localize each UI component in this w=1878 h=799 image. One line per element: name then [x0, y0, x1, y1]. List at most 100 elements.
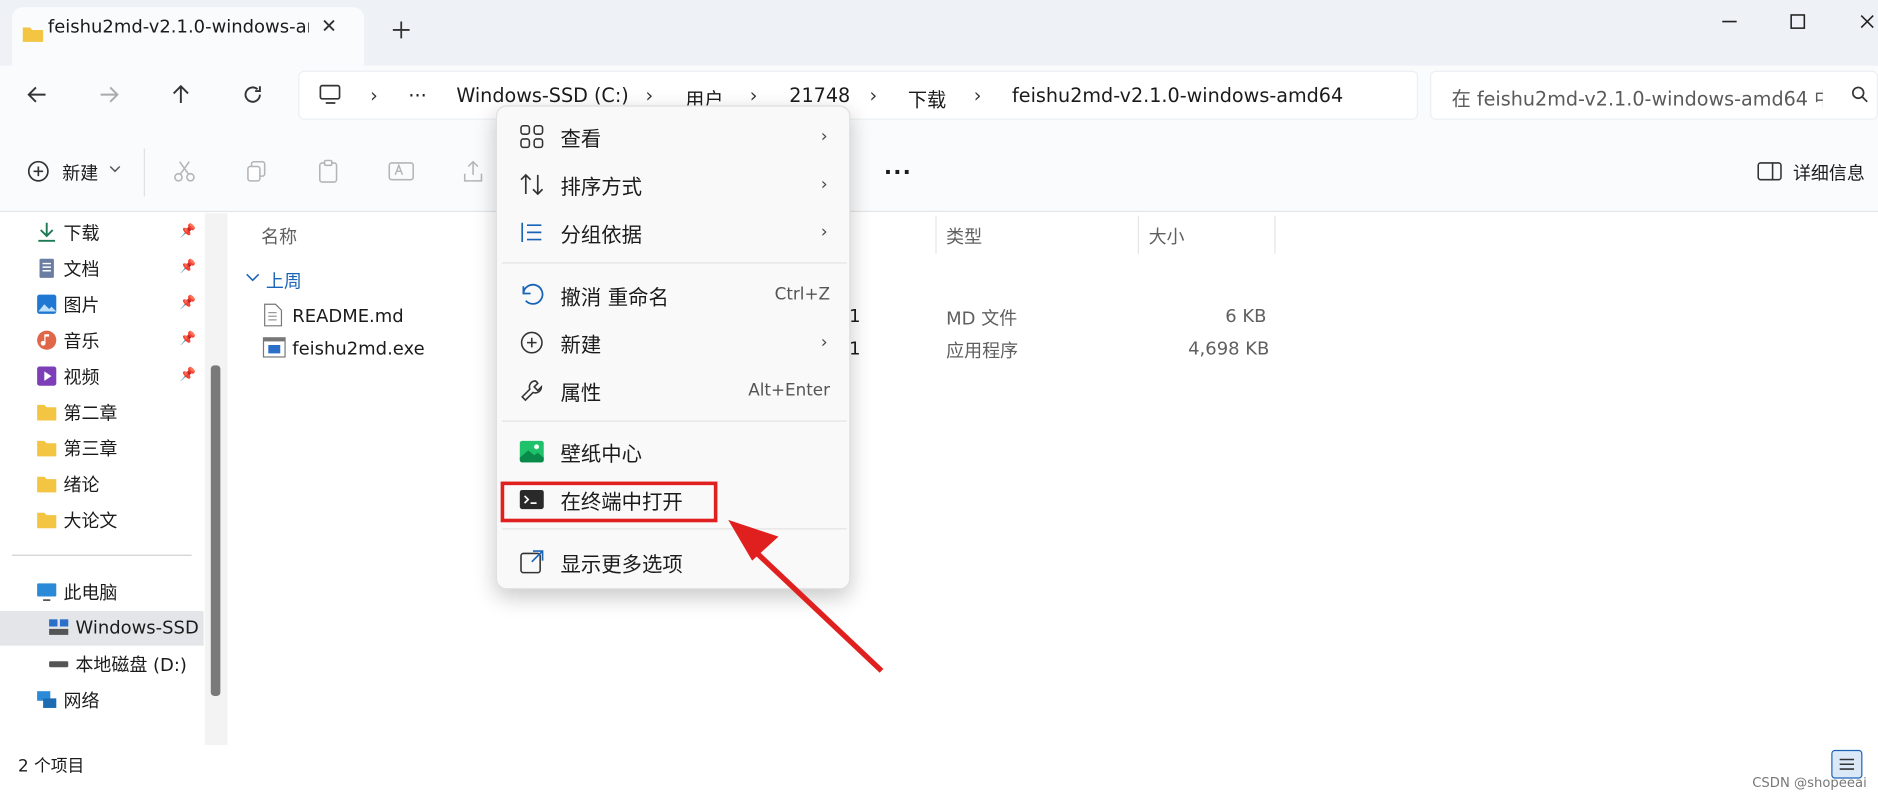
file-type: 应用程序 — [946, 340, 1019, 362]
menu-separator — [501, 262, 847, 264]
pin-icon[interactable]: 📌 — [180, 295, 196, 311]
toolbar-divider — [143, 148, 145, 197]
cut-icon[interactable] — [172, 159, 196, 183]
sidebar-item-local-disk-d[interactable]: 本地磁盘 (D:) — [48, 648, 187, 679]
menu-item-group-by[interactable]: 分组依据 › — [497, 208, 852, 256]
new-icon[interactable] — [26, 159, 50, 183]
download-icon — [38, 222, 56, 242]
menu-item-sort[interactable]: 排序方式 › — [497, 161, 852, 209]
new-button[interactable]: 新建 — [62, 161, 98, 186]
menu-item-new[interactable]: 新建 › — [497, 319, 852, 367]
folder-icon — [37, 404, 57, 421]
breadcrumb-current[interactable]: feishu2md-v2.1.0-windows-amd64 — [1012, 84, 1343, 107]
pin-icon[interactable]: 📌 — [180, 223, 196, 239]
more-options-icon — [520, 550, 544, 574]
share-icon[interactable] — [461, 159, 485, 183]
sidebar-item-label: 本地磁盘 (D:) — [75, 653, 187, 676]
pin-icon[interactable]: 📌 — [180, 259, 196, 275]
rename-icon[interactable] — [388, 159, 414, 183]
pin-icon[interactable]: 📌 — [180, 367, 196, 383]
menu-item-label: 壁纸中心 — [560, 442, 642, 467]
sidebar-item-label: 下载 — [63, 222, 100, 244]
minimize-button[interactable] — [1720, 19, 1739, 24]
sidebar-item-this-pc[interactable]: 此电脑 — [36, 576, 117, 607]
close-window-button[interactable] — [1859, 13, 1876, 30]
column-divider[interactable] — [1274, 215, 1276, 254]
sidebar-item-folder-chapter2[interactable]: 第二章 — [36, 397, 117, 428]
breadcrumb-drive[interactable]: Windows-SSD (C:) — [456, 84, 628, 107]
copy-icon[interactable] — [244, 159, 268, 183]
shortcut-label: Ctrl+Z — [774, 285, 831, 305]
search-input[interactable]: 在 feishu2md-v2.1.0-windows-amd64 中搜索 — [1452, 83, 1823, 112]
menu-item-properties[interactable]: 属性 Alt+Enter — [497, 367, 852, 415]
file-size: 4,698 KB — [1188, 337, 1270, 360]
undo-icon — [522, 283, 544, 305]
sidebar-item-label: 大论文 — [63, 509, 118, 532]
paste-icon[interactable] — [316, 159, 340, 183]
column-divider[interactable] — [935, 215, 937, 254]
wrench-icon — [521, 380, 543, 402]
menu-item-view[interactable]: 查看 › — [497, 113, 852, 161]
annotation-highlight-box — [500, 481, 718, 523]
sidebar-item-pictures[interactable]: 图片 — [36, 289, 99, 320]
chevron-right-icon: › — [973, 83, 982, 107]
sidebar-item-network[interactable]: 网络 — [36, 684, 99, 715]
sidebar-item-folder-thesis[interactable]: 大论文 — [36, 504, 117, 535]
menu-separator — [501, 420, 847, 422]
group-header[interactable]: 上周 — [266, 268, 302, 293]
maximize-button[interactable] — [1789, 13, 1807, 31]
menu-item-wallpaper-center[interactable]: 壁纸中心 — [497, 428, 852, 476]
up-icon[interactable] — [170, 84, 192, 106]
sidebar-scrollbar-thumb[interactable] — [210, 365, 221, 696]
chevron-right-icon: › — [820, 222, 828, 242]
chevron-right-icon: › — [645, 83, 654, 107]
column-header-type[interactable]: 类型 — [946, 224, 982, 249]
chevron-right-icon: › — [820, 333, 828, 353]
new-tab-button[interactable] — [390, 19, 412, 41]
forward-icon[interactable] — [98, 84, 120, 106]
file-name[interactable]: README.md — [292, 305, 403, 327]
sidebar-item-label: 视频 — [63, 365, 100, 388]
sidebar-item-folder-chapter3[interactable]: 第三章 — [36, 432, 117, 463]
breadcrumb-more[interactable]: ··· — [408, 84, 426, 107]
pin-icon[interactable]: 📌 — [180, 331, 196, 347]
monitor-icon — [37, 583, 57, 602]
breadcrumb-downloads[interactable]: 下载 — [908, 84, 946, 113]
group-icon — [521, 222, 542, 242]
chevron-down-icon[interactable] — [246, 272, 260, 284]
more-button[interactable]: ··· — [884, 161, 912, 186]
sidebar-item-label: 音乐 — [63, 330, 100, 352]
sidebar-item-windows-ssd[interactable]: Windows-SSD — [48, 612, 199, 643]
column-header-size[interactable]: 大小 — [1149, 224, 1185, 249]
column-header-name[interactable]: 名称 — [261, 224, 297, 249]
status-item-count: 2 个项目 — [17, 757, 85, 777]
sidebar-item-videos[interactable]: 视频 — [36, 361, 99, 392]
sidebar-item-folder-intro[interactable]: 绪论 — [36, 468, 99, 499]
tab-title: feishu2md-v2.1.0-windows-amd64 — [47, 15, 309, 38]
chevron-down-icon[interactable] — [109, 164, 121, 174]
sidebar-item-label: 此电脑 — [63, 581, 118, 604]
column-divider[interactable] — [1137, 215, 1140, 254]
folder-icon — [37, 476, 57, 493]
sidebar-item-label: Windows-SSD — [75, 616, 199, 639]
close-tab-button[interactable]: ✕ — [321, 14, 337, 37]
breadcrumb-user[interactable]: 21748 — [789, 84, 850, 107]
back-icon[interactable] — [26, 84, 48, 106]
sidebar-item-downloads[interactable]: 下载 — [36, 217, 99, 248]
details-pane-icon[interactable] — [1757, 161, 1783, 183]
menu-item-label: 排序方式 — [560, 175, 642, 200]
menu-item-undo-rename[interactable]: 撤消 重命名 Ctrl+Z — [497, 271, 852, 319]
windows-drive-icon — [49, 619, 69, 635]
refresh-icon[interactable] — [242, 84, 264, 106]
search-icon[interactable] — [1850, 85, 1869, 104]
sidebar-item-documents[interactable]: 文档 — [36, 253, 99, 284]
markdown-file-icon — [263, 303, 283, 327]
shortcut-label: Alt+Enter — [748, 380, 831, 401]
exe-file-icon — [262, 337, 286, 360]
chevron-right-icon: › — [370, 83, 378, 107]
sidebar-item-music[interactable]: 音乐 — [36, 325, 99, 356]
file-name[interactable]: feishu2md.exe — [292, 338, 424, 360]
details-button[interactable]: 详细信息 — [1793, 161, 1865, 186]
folder-icon — [37, 440, 57, 457]
drive-icon — [49, 661, 69, 668]
